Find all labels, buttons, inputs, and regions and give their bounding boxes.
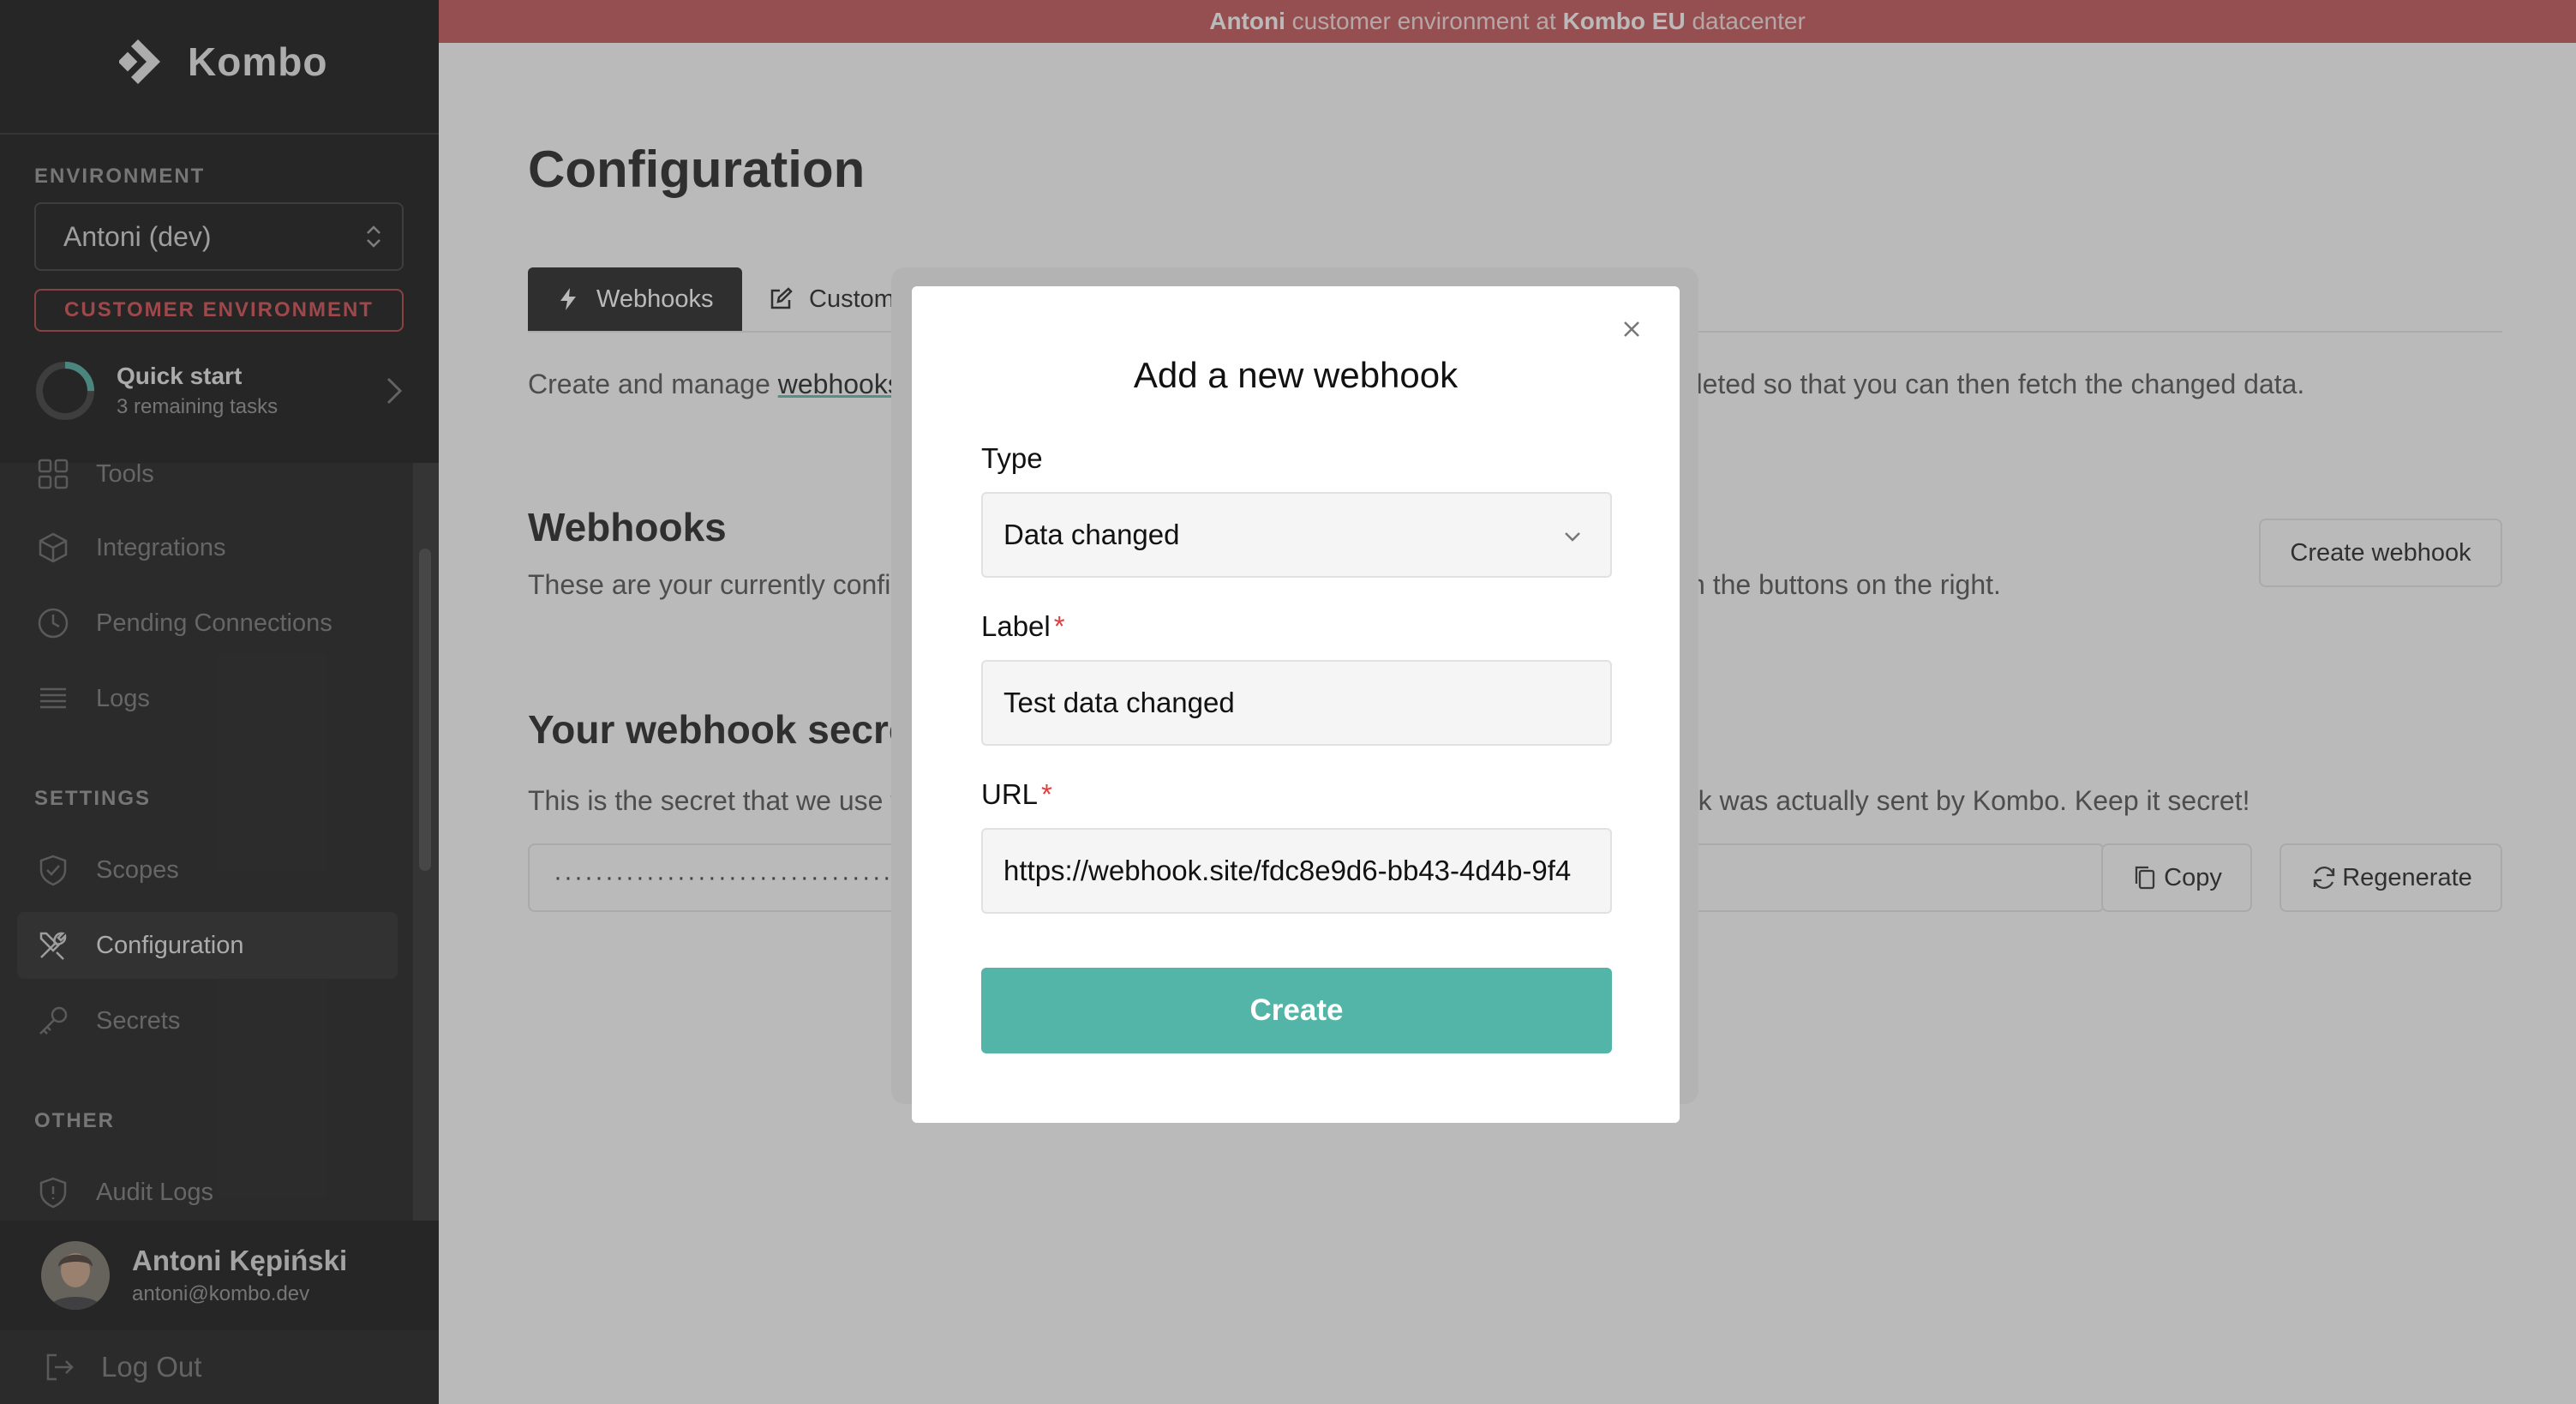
url-label-text: URL (981, 778, 1039, 810)
modal-title: Add a new webhook (1133, 355, 1459, 395)
url-label: URL * (981, 778, 1052, 811)
type-label-text: Type (981, 442, 1043, 474)
url-value: https://webhook.site/fdc8e9d6-bb43-4d4b-… (1003, 855, 1572, 886)
label-input[interactable]: Test data changed (981, 660, 1612, 746)
type-value: Data changed (1003, 519, 1180, 550)
label-label-text: Label (981, 610, 1051, 642)
label-value: Test data changed (1003, 687, 1235, 718)
label-label: Label * (981, 610, 1065, 643)
create-button[interactable]: Create (981, 968, 1612, 1053)
required-marker: * (1041, 778, 1052, 810)
type-label: Type (981, 442, 1043, 475)
url-input[interactable]: https://webhook.site/fdc8e9d6-bb43-4d4b-… (981, 828, 1612, 914)
chevron-down-icon (1565, 532, 1580, 542)
type-select[interactable]: Data changed (981, 492, 1612, 578)
close-icon[interactable] (1614, 312, 1649, 346)
required-marker: * (1053, 610, 1065, 642)
add-webhook-modal: Add a new webhook Type Data changed Labe… (912, 286, 1680, 1123)
